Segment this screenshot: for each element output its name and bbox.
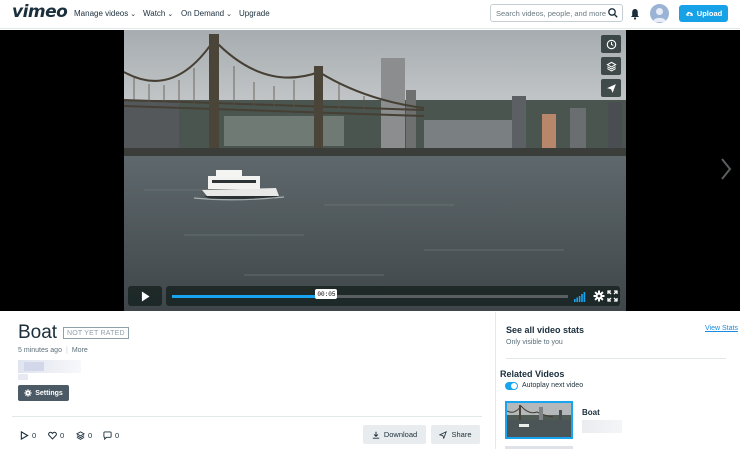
current-time: 00:05 <box>315 289 338 299</box>
collections-count: 0 <box>88 431 93 440</box>
heart-icon <box>48 431 57 440</box>
thumbnail-image <box>507 403 571 437</box>
gear-icon[interactable] <box>593 290 605 302</box>
video-details: Boat NOT YET RATED 5 minutes ago | More Se… <box>0 312 740 449</box>
nav-watch[interactable]: Watch ⌄ <box>143 9 173 18</box>
download-icon <box>372 431 380 439</box>
play-icon <box>141 291 150 301</box>
comments-stat[interactable]: 0 <box>103 431 119 440</box>
progress-fill <box>172 295 327 298</box>
play-outline-icon <box>20 431 29 440</box>
upload-button[interactable]: Upload <box>679 5 728 22</box>
chevron-down-icon: ⌄ <box>130 11 137 18</box>
plays-stat[interactable]: 0 <box>20 431 36 440</box>
column-divider <box>495 312 496 449</box>
download-button[interactable]: Download <box>363 425 426 444</box>
nav-upgrade[interactable]: Upgrade <box>239 9 270 18</box>
related-video-thumbnail[interactable] <box>505 401 573 439</box>
top-navigation: vimeo Manage videos ⌄ Watch ⌄ On Demand ⌄ U… <box>0 0 740 29</box>
nav-manage-videos-label: Manage videos <box>74 9 129 18</box>
autoplay-toggle[interactable] <box>505 382 518 390</box>
settings-button[interactable]: Settings <box>18 385 69 401</box>
video-meta: 5 minutes ago | More <box>18 347 88 354</box>
divider <box>506 358 726 359</box>
stats-title[interactable]: See all video stats <box>506 325 584 335</box>
plays-count: 0 <box>32 431 37 440</box>
nav-manage-videos[interactable]: Manage videos ⌄ <box>74 9 136 18</box>
user-icon <box>653 8 666 22</box>
volume-icon[interactable] <box>574 290 587 302</box>
clock-icon <box>606 39 616 49</box>
meta-separator: | <box>65 347 68 354</box>
likes-stat[interactable]: 0 <box>48 431 64 440</box>
bell-icon[interactable] <box>630 8 640 20</box>
upload-label: Upload <box>696 9 723 18</box>
watch-later-button[interactable] <box>601 35 621 53</box>
video-player[interactable]: 00:05 <box>0 30 740 311</box>
chevron-down-icon: ⌄ <box>226 11 233 18</box>
autoplay-label: Autoplay next video <box>522 382 584 389</box>
layers-icon <box>76 431 85 440</box>
fullscreen-icon[interactable] <box>607 290 618 302</box>
likes-count: 0 <box>60 431 65 440</box>
share-button[interactable]: Share <box>431 425 480 444</box>
control-bar: 00:05 <box>166 286 620 306</box>
download-label: Download <box>383 430 418 439</box>
video-title: Boat <box>18 322 58 343</box>
layers-icon <box>605 61 617 71</box>
owner-name-redacted <box>18 360 81 373</box>
visibility-note: Only visible to you <box>506 339 563 346</box>
settings-label: Settings <box>35 389 63 397</box>
video-frame[interactable] <box>124 30 626 311</box>
gear-icon <box>24 389 32 397</box>
rating-badge[interactable]: NOT YET RATED <box>63 327 129 339</box>
comment-icon <box>103 431 112 440</box>
nav-on-demand[interactable]: On Demand ⌄ <box>181 9 232 18</box>
upload-time: 5 minutes ago <box>18 347 62 354</box>
player-controls: 00:05 <box>128 286 620 306</box>
divider <box>12 416 482 417</box>
chevron-right-icon[interactable] <box>720 157 732 181</box>
video-frame-image <box>124 30 626 311</box>
avatar[interactable] <box>650 4 669 23</box>
more-link[interactable]: More <box>72 347 88 354</box>
share-label: Share <box>451 430 472 439</box>
related-video-title[interactable]: Boat <box>582 408 600 417</box>
comments-count: 0 <box>115 431 120 440</box>
vimeo-logo[interactable]: vimeo <box>12 2 68 22</box>
cloud-upload-icon <box>685 11 693 17</box>
search-icon[interactable] <box>607 7 619 19</box>
search-input[interactable] <box>496 8 606 19</box>
nav-watch-label: Watch <box>143 9 166 18</box>
related-videos-heading: Related Videos <box>500 369 565 379</box>
share-player-button[interactable] <box>601 79 621 97</box>
view-stats-link[interactable]: View Stats <box>705 325 738 332</box>
play-button[interactable] <box>128 286 162 306</box>
collections-button[interactable] <box>601 57 621 75</box>
send-icon <box>606 83 616 93</box>
nav-on-demand-label: On Demand <box>181 9 225 18</box>
progress-track[interactable]: 00:05 <box>172 289 568 299</box>
redacted-text <box>18 374 28 380</box>
collections-stat[interactable]: 0 <box>76 431 92 440</box>
send-icon <box>439 430 448 439</box>
chevron-down-icon: ⌄ <box>167 11 174 18</box>
search-box <box>490 4 623 22</box>
related-video-owner-redacted <box>582 420 622 433</box>
